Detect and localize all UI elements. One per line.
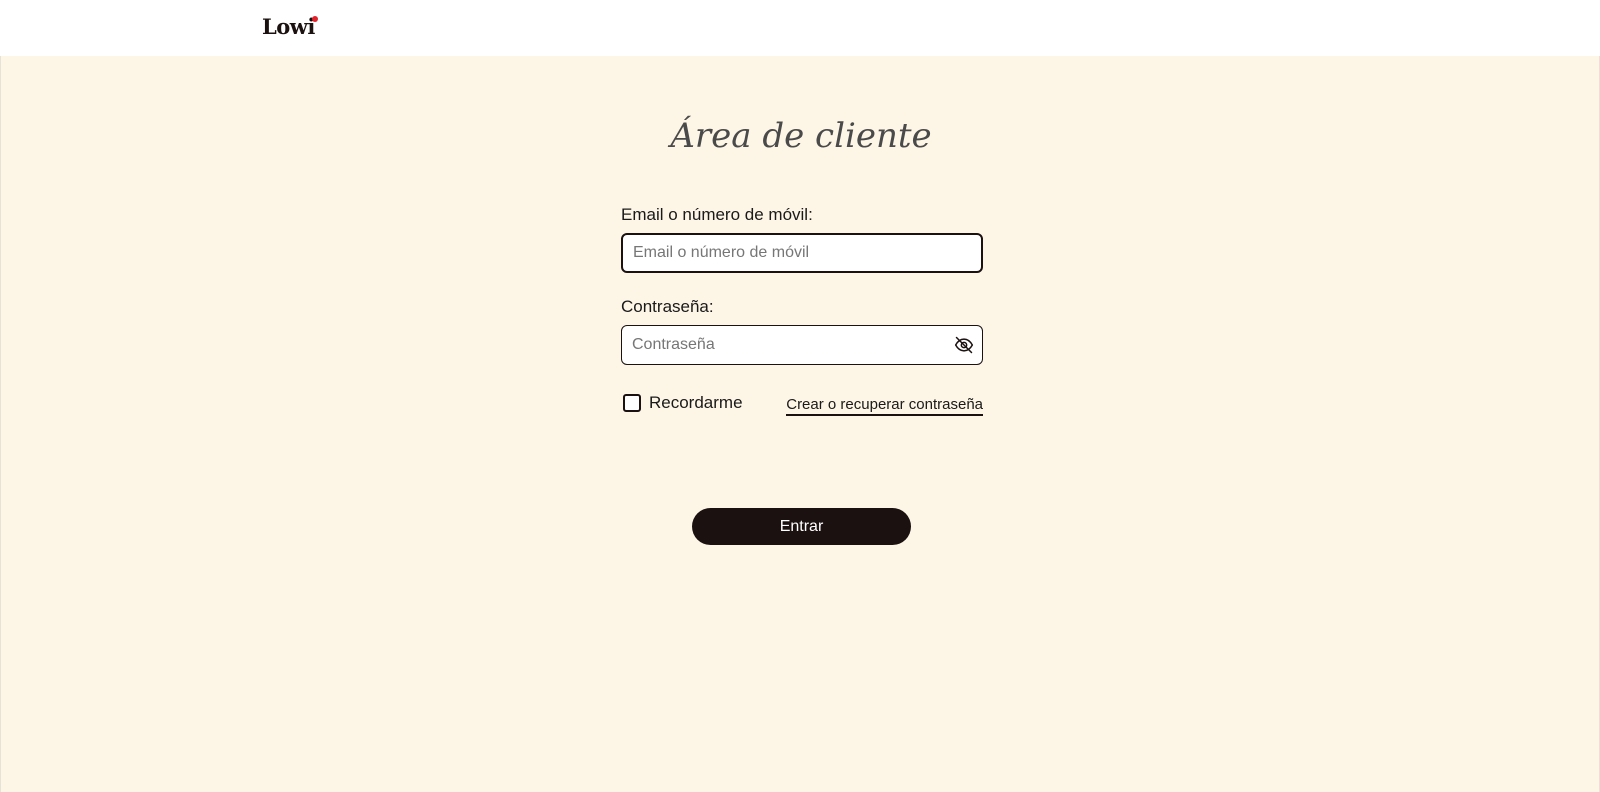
- email-label: Email o número de móvil:: [621, 205, 813, 224]
- email-input[interactable]: [621, 233, 983, 273]
- email-field-wrapper: [621, 233, 983, 273]
- logo-dot: [312, 16, 318, 22]
- password-field-wrapper: [621, 325, 983, 365]
- site-header: Lowi: [0, 0, 1600, 56]
- forgot-password-link[interactable]: Crear o recuperar contraseña: [786, 396, 983, 416]
- eye-off-icon[interactable]: [953, 334, 975, 356]
- login-button[interactable]: Entrar: [692, 508, 911, 545]
- remember-checkbox[interactable]: [623, 394, 641, 412]
- password-label: Contraseña:: [621, 297, 714, 316]
- login-area: Área de cliente Email o número de móvil:…: [0, 56, 1600, 792]
- lowi-logo[interactable]: Lowi: [262, 14, 318, 39]
- options-row: Recordarme Crear o recuperar contraseña: [621, 393, 983, 417]
- remember-label: Recordarme: [649, 393, 743, 412]
- login-form: Email o número de móvil: Contraseña: Rec…: [621, 204, 983, 545]
- password-input[interactable]: [621, 325, 983, 365]
- page-title: Área de cliente: [670, 116, 932, 156]
- remember-me[interactable]: Recordarme: [623, 393, 743, 413]
- logo-text: Lowi: [262, 14, 315, 39]
